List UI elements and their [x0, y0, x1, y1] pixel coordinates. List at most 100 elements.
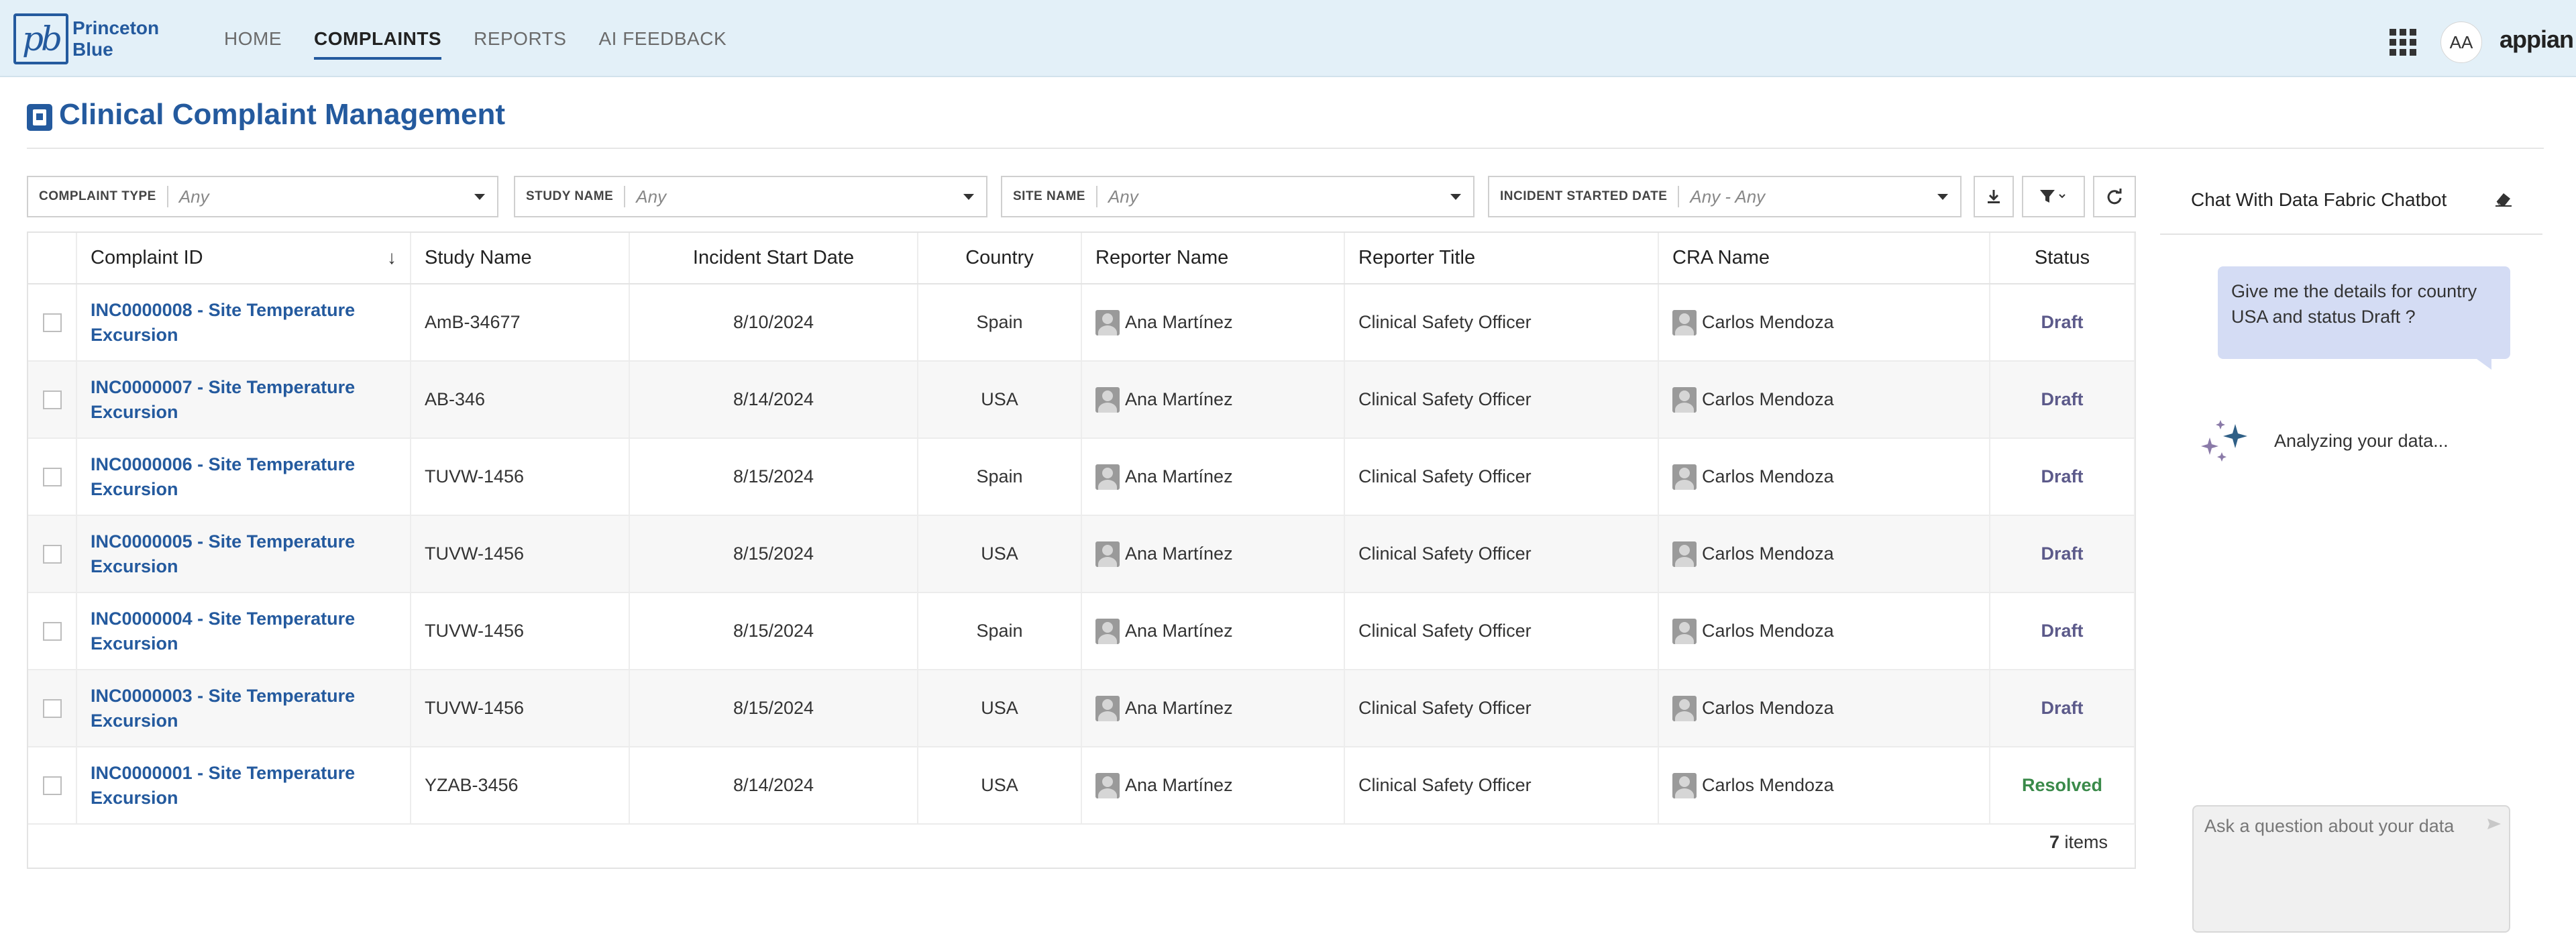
reporter-name-cell: Ana Martínez — [1081, 670, 1345, 747]
reporter-name-cell: Ana Martínez — [1081, 592, 1345, 670]
grid-icon[interactable] — [2390, 29, 2416, 56]
princeton-blue-logo[interactable]: pb — [13, 13, 68, 64]
row-select-cell — [28, 747, 77, 825]
row-select-cell — [28, 361, 77, 439]
reporter-name[interactable]: Ana Martínez — [1125, 621, 1233, 641]
table-row[interactable]: INC0000001 - Site Temperature Excursion YZ… — [28, 747, 2135, 825]
site-name-filter[interactable]: SITE NAME Any — [1001, 176, 1474, 217]
row-select-cell — [28, 592, 77, 670]
complaint-id-link[interactable]: INC0000003 - Site Temperature Excursion — [91, 684, 396, 733]
row-checkbox[interactable] — [42, 544, 62, 564]
filter-button[interactable] — [2022, 176, 2085, 217]
brand-name[interactable]: Princeton Blue — [72, 17, 159, 60]
country-cell: USA — [918, 747, 1082, 825]
cra-name[interactable]: Carlos Mendoza — [1702, 775, 1834, 796]
complaint-id-link[interactable]: INC0000004 - Site Temperature Excursion — [91, 607, 396, 656]
main-nav: HOME COMPLAINTS REPORTS AI FEEDBACK — [208, 0, 743, 77]
table-row[interactable]: INC0000005 - Site Temperature Excursion TU… — [28, 515, 2135, 593]
complaint-id-cell: INC0000007 - Site Temperature Excursion — [76, 361, 411, 439]
item-count-number: 7 — [2049, 832, 2059, 852]
analyzing-status: Analyzing your data... — [2274, 431, 2449, 451]
column-header-reporter-title[interactable]: Reporter Title — [1344, 233, 1659, 284]
complaint-type-filter[interactable]: COMPLAINT TYPE Any — [27, 176, 498, 217]
study-name-cell: TUVW-1456 — [411, 670, 630, 747]
nav-home[interactable]: HOME — [208, 0, 298, 77]
user-avatar[interactable]: AA — [2440, 21, 2482, 63]
reporter-name[interactable]: Ana Martínez — [1125, 389, 1233, 410]
cra-name[interactable]: Carlos Mendoza — [1702, 389, 1834, 410]
nav-reports[interactable]: REPORTS — [458, 0, 582, 77]
download-button[interactable] — [1974, 176, 2014, 217]
study-name-filter[interactable]: STUDY NAME Any — [514, 176, 987, 217]
incident-date-cell: 8/10/2024 — [629, 284, 918, 362]
cra-name[interactable]: Carlos Mendoza — [1702, 543, 1834, 564]
column-header-study-name[interactable]: Study Name — [411, 233, 630, 284]
reporter-name[interactable]: Ana Martínez — [1125, 466, 1233, 487]
column-header-status[interactable]: Status — [1990, 233, 2135, 284]
filter-value: Any — [178, 186, 209, 207]
table-row[interactable]: INC0000006 - Site Temperature Excursion TU… — [28, 438, 2135, 516]
reporter-name[interactable]: Ana Martínez — [1125, 543, 1233, 564]
cra-name[interactable]: Carlos Mendoza — [1702, 698, 1834, 719]
country-cell: Spain — [918, 284, 1082, 362]
user-icon — [1672, 309, 1697, 335]
status-badge: Draft — [2041, 466, 2084, 486]
status-cell: Draft — [1990, 592, 2135, 670]
complaint-id-line-2: Excursion — [91, 478, 178, 499]
complaint-id-line-1: INC0000007 - Site Temperature — [91, 376, 356, 397]
status-cell: Draft — [1990, 361, 2135, 439]
complaint-id-link[interactable]: INC0000005 - Site Temperature Excursion — [91, 529, 396, 579]
incident-started-date-filter[interactable]: INCIDENT STARTED DATE Any - Any — [1488, 176, 1962, 217]
table-row[interactable]: INC0000008 - Site Temperature Excursion Am… — [28, 284, 2135, 362]
reporter-title-cell: Clinical Safety Officer — [1344, 284, 1659, 362]
cra-name-cell: Carlos Mendoza — [1658, 747, 1990, 825]
complaint-id-line-2: Excursion — [91, 556, 178, 576]
user-icon — [1095, 541, 1120, 567]
study-name-cell: AmB-34677 — [411, 284, 630, 362]
cra-name[interactable]: Carlos Mendoza — [1702, 312, 1834, 333]
nav-reports-label: REPORTS — [474, 28, 567, 49]
table-row[interactable]: INC0000007 - Site Temperature Excursion AB… — [28, 361, 2135, 439]
complaint-id-link[interactable]: INC0000006 - Site Temperature Excursion — [91, 452, 396, 502]
row-checkbox[interactable] — [42, 467, 62, 486]
chevron-down-icon — [963, 193, 974, 200]
reporter-name[interactable]: Ana Martínez — [1125, 312, 1233, 333]
cra-name[interactable]: Carlos Mendoza — [1702, 621, 1834, 641]
table-footer: 7 items — [28, 820, 2135, 869]
chat-input[interactable]: Ask a question about your data — [2192, 805, 2510, 933]
table-row[interactable]: INC0000003 - Site Temperature Excursion TU… — [28, 670, 2135, 747]
incident-date-cell: 8/15/2024 — [629, 592, 918, 670]
complaint-id-link[interactable]: INC0000007 - Site Temperature Excursion — [91, 375, 396, 425]
column-header-cra-name[interactable]: CRA Name — [1658, 233, 1990, 284]
incident-date-cell: 8/15/2024 — [629, 670, 918, 747]
send-icon[interactable] — [2486, 816, 2502, 832]
cra-name[interactable]: Carlos Mendoza — [1702, 466, 1834, 487]
row-checkbox[interactable] — [42, 621, 62, 641]
table-row[interactable]: INC0000004 - Site Temperature Excursion TU… — [28, 592, 2135, 670]
status-badge: Draft — [2041, 543, 2084, 564]
user-icon — [1672, 772, 1697, 798]
refresh-button[interactable] — [2093, 176, 2136, 217]
cra-name-cell: Carlos Mendoza — [1658, 670, 1990, 747]
nav-ai-feedback[interactable]: AI FEEDBACK — [582, 0, 743, 77]
sort-down-icon[interactable]: ↓ — [387, 247, 396, 268]
complaint-id-link[interactable]: INC0000008 - Site Temperature Excursion — [91, 298, 396, 348]
nav-complaints[interactable]: COMPLAINTS — [298, 0, 458, 77]
row-checkbox[interactable] — [42, 698, 62, 718]
reporter-name[interactable]: Ana Martínez — [1125, 698, 1233, 719]
row-checkbox[interactable] — [42, 313, 62, 332]
nav-home-label: HOME — [224, 28, 282, 49]
column-header-complaint-id[interactable]: Complaint ID ↓ — [76, 233, 411, 284]
column-header-country[interactable]: Country — [918, 233, 1082, 284]
row-checkbox[interactable] — [42, 390, 62, 409]
row-checkbox[interactable] — [42, 776, 62, 795]
filter-value: Any — [636, 186, 667, 207]
column-header-incident-start-date[interactable]: Incident Start Date — [629, 233, 918, 284]
reporter-title-cell: Clinical Safety Officer — [1344, 515, 1659, 593]
complaint-id-link[interactable]: INC0000001 - Site Temperature Excursion — [91, 761, 396, 811]
study-name-cell: AB-346 — [411, 361, 630, 439]
eraser-icon[interactable] — [2494, 191, 2513, 207]
reporter-name[interactable]: Ana Martínez — [1125, 775, 1233, 796]
user-icon — [1095, 464, 1120, 490]
column-header-reporter-name[interactable]: Reporter Name — [1081, 233, 1345, 284]
